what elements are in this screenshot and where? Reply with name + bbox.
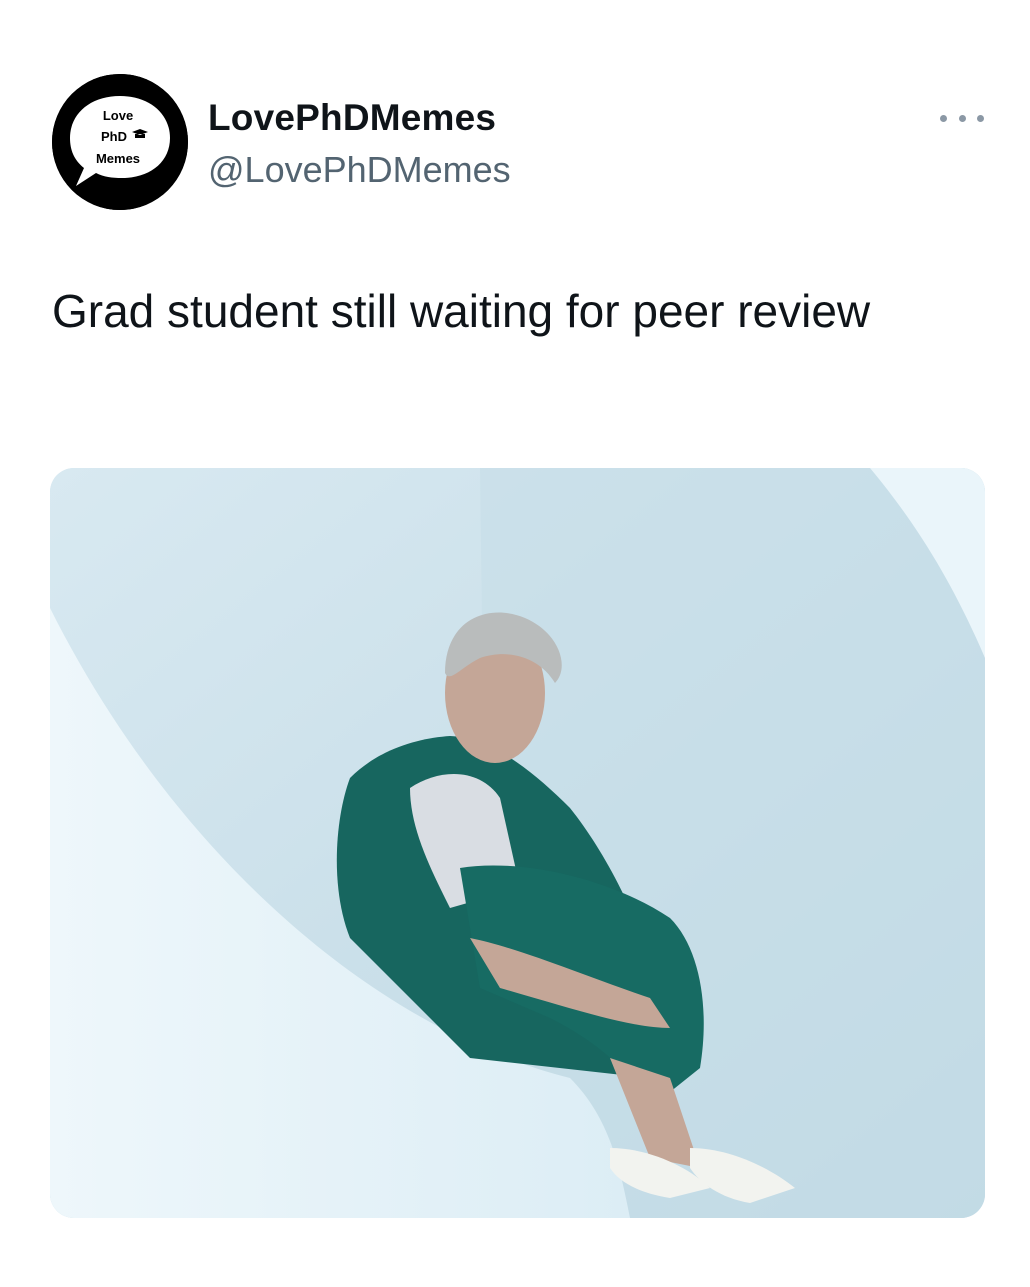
more-options-button[interactable] (940, 104, 984, 132)
media-illustration (50, 468, 985, 1218)
speech-bubble-logo-icon: Love PhD Memes (52, 74, 188, 210)
tweet-text: Grad student still waiting for peer revi… (52, 285, 871, 337)
more-options-icon (977, 114, 984, 122)
tweet-media[interactable] (50, 468, 985, 1218)
avatar-line-2: PhD (101, 129, 127, 144)
display-name[interactable]: LovePhDMemes (208, 96, 496, 140)
avatar-line-1: Love (103, 108, 133, 123)
user-handle[interactable]: @LovePhDMemes (208, 148, 511, 192)
avatar[interactable]: Love PhD Memes (52, 74, 188, 210)
more-options-icon (958, 114, 966, 122)
avatar-line-3: Memes (96, 151, 140, 166)
more-options-icon (940, 114, 947, 122)
